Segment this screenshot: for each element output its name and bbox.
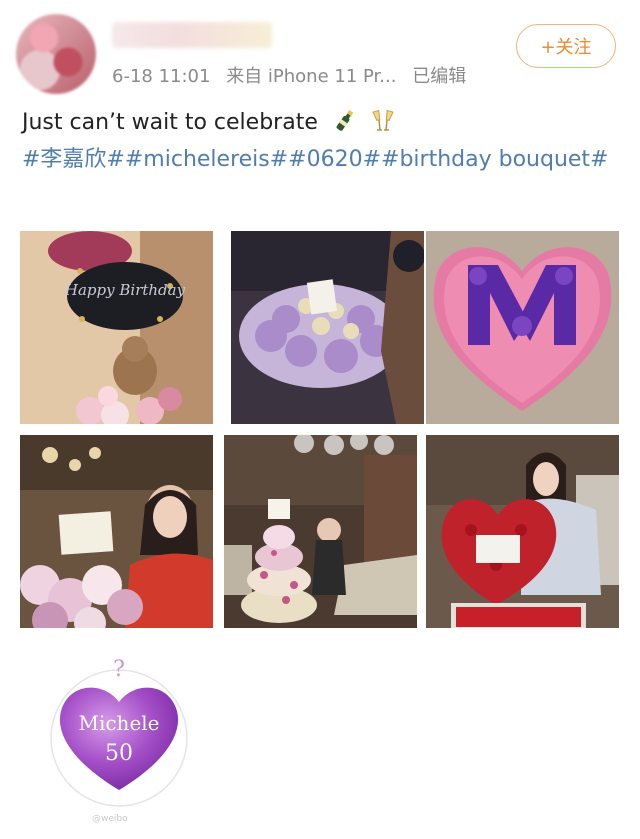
post-body: Just can’t wait to celebrate #李嘉欣##miche…	[22, 104, 622, 178]
champagne-bottle-icon	[336, 110, 354, 131]
clinking-glasses-icon	[372, 109, 394, 131]
michele-50-heart-badge[interactable]: ? Michele 50	[44, 650, 194, 810]
balloon-photo[interactable]: Happy Birthday	[20, 231, 213, 424]
heart-roses-photo[interactable]	[426, 231, 619, 424]
badge-name: Michele	[78, 711, 159, 735]
michele-bouquet-photo[interactable]	[20, 435, 213, 628]
balloon-text: Happy Birthday	[64, 281, 186, 299]
hashtags[interactable]: #李嘉欣##michelereis##0620##birthday bouque…	[22, 147, 608, 172]
post-date: 6-18 11:01	[112, 66, 211, 87]
question-mark: ?	[113, 657, 125, 682]
username[interactable]: michele	[112, 22, 272, 48]
edited-label[interactable]: 已编辑	[412, 66, 466, 87]
post-source[interactable]: 来自 iPhone 11 Pr...	[226, 66, 396, 87]
avatar[interactable]	[16, 14, 96, 94]
badge-number: 50	[105, 741, 133, 766]
hydrangea-bouquet-photo[interactable]	[231, 231, 424, 424]
watermark: @weibo	[92, 814, 128, 824]
follow-label: +关注	[540, 37, 592, 58]
post-text: Just can’t wait to celebrate	[22, 110, 318, 135]
follow-button[interactable]: +关注	[516, 24, 616, 68]
flower-tower-photo[interactable]	[224, 435, 417, 628]
post-meta: 6-18 11:01 来自 iPhone 11 Pr... 已编辑	[112, 62, 476, 88]
red-heart-photo[interactable]	[426, 435, 619, 628]
